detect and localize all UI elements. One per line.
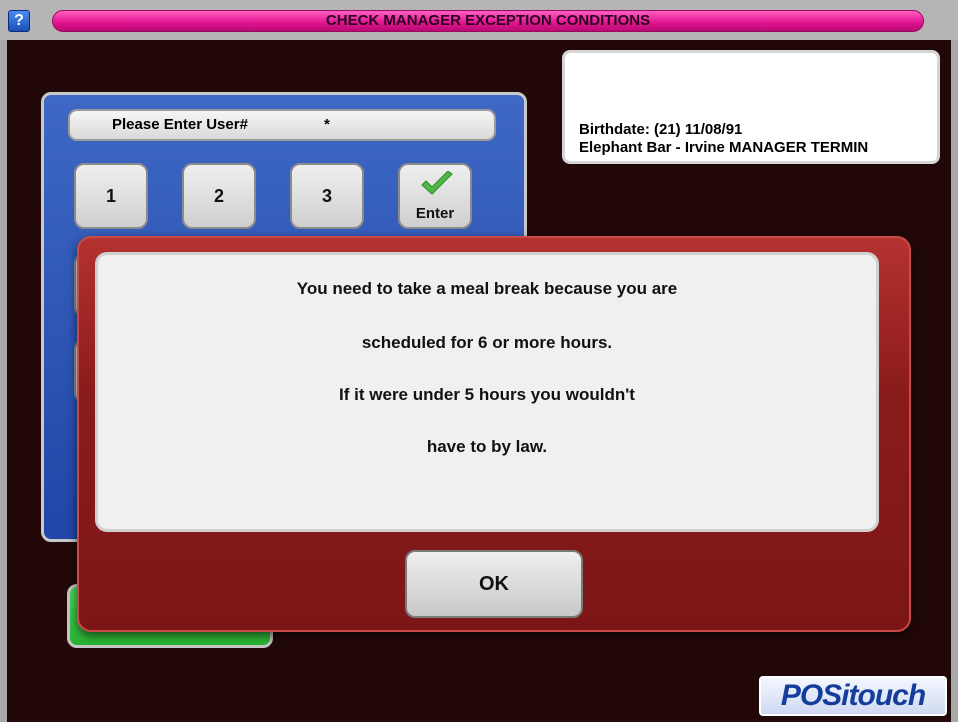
user-number-label: Please Enter User# [112,116,248,133]
checkmark-icon [421,171,453,195]
positouch-logo: POSitouch [759,676,947,716]
birthdate-text: Birthdate: (21) 11/08/91 [579,121,743,138]
help-button[interactable]: ? [8,10,30,32]
meal-break-dialog: You need to take a meal break because yo… [77,236,911,632]
user-number-field[interactable]: Please Enter User# * [68,109,496,141]
main-area: Birthdate: (21) 11/08/91 Elephant Bar - … [7,40,951,722]
message-line-3: If it were under 5 hours you wouldn't [339,385,635,404]
ok-button[interactable]: OK [405,550,583,618]
title-bar: ? CHECK MANAGER EXCEPTION CONDITIONS [0,0,958,40]
message-line-4: have to by law. [426,437,548,456]
location-text: Elephant Bar - Irvine MANAGER TERMIN [579,139,869,156]
enter-button[interactable]: Enter [398,163,472,229]
user-number-value: * [324,116,330,133]
key-1[interactable]: 1 [74,163,148,229]
message-line-2: scheduled for 6 or more hours. [361,333,613,352]
message-line-1: You need to take a meal break because yo… [296,279,678,298]
key-3[interactable]: 3 [290,163,364,229]
screen-title: CHECK MANAGER EXCEPTION CONDITIONS [52,10,924,32]
screen: ? CHECK MANAGER EXCEPTION CONDITIONS Bir… [0,0,958,722]
enter-label: Enter [415,205,455,222]
message-box: You need to take a meal break because yo… [95,252,879,532]
key-2[interactable]: 2 [182,163,256,229]
info-panel: Birthdate: (21) 11/08/91 Elephant Bar - … [562,50,940,164]
